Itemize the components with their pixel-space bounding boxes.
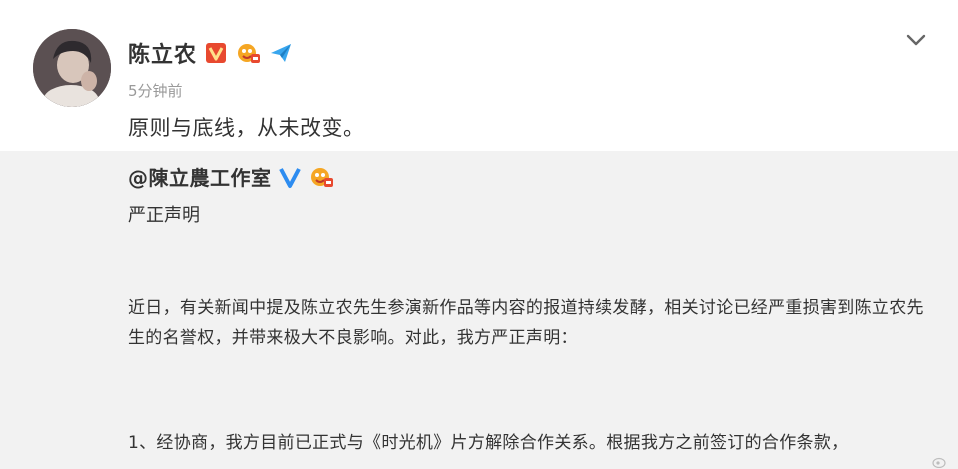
repost-author-link[interactable]: @陳立農工作室 bbox=[128, 162, 272, 191]
post-timestamp[interactable]: 5分钟前 bbox=[128, 80, 183, 101]
truncated-text-line bbox=[128, 460, 608, 469]
reposted-content[interactable]: @陳立農工作室 严正声明 近日，有关新闻中提及陈立农先生参演新作品等内容的报道持… bbox=[0, 151, 958, 469]
weibo-watermark-icon bbox=[932, 455, 946, 469]
avatar-photo bbox=[33, 29, 111, 107]
fan-club-badge-icon[interactable] bbox=[235, 42, 261, 64]
post-text: 原则与底线，从未改变。 bbox=[128, 116, 365, 140]
repost-author-row: @陳立農工作室 bbox=[128, 162, 334, 191]
chevron-down-icon[interactable] bbox=[904, 30, 928, 50]
paper-plane-badge-icon[interactable] bbox=[269, 42, 293, 64]
fan-club-badge-icon[interactable] bbox=[308, 166, 334, 188]
weibo-post: 陈立农 5分钟前 原则与底线，从未改变。 @陳立農工作室 严正声明 近日，有关新… bbox=[0, 0, 958, 469]
blue-v-badge-icon[interactable] bbox=[278, 165, 302, 189]
author-row: 陈立农 bbox=[128, 37, 293, 69]
statement-heading: 严正声明 bbox=[128, 205, 200, 226]
red-v-badge-icon[interactable] bbox=[205, 42, 227, 64]
statement-paragraph-2: 1、经协商，我方目前已正式与《时光机》片方解除合作关系。根据我方之前签订的合作条… bbox=[128, 433, 849, 453]
author-name[interactable]: 陈立农 bbox=[128, 37, 197, 69]
statement-paragraph-1: 近日，有关新闻中提及陈立农先生参演新作品等内容的报道持续发酵，相关讨论已经严重损… bbox=[128, 298, 924, 348]
avatar[interactable] bbox=[33, 29, 111, 107]
